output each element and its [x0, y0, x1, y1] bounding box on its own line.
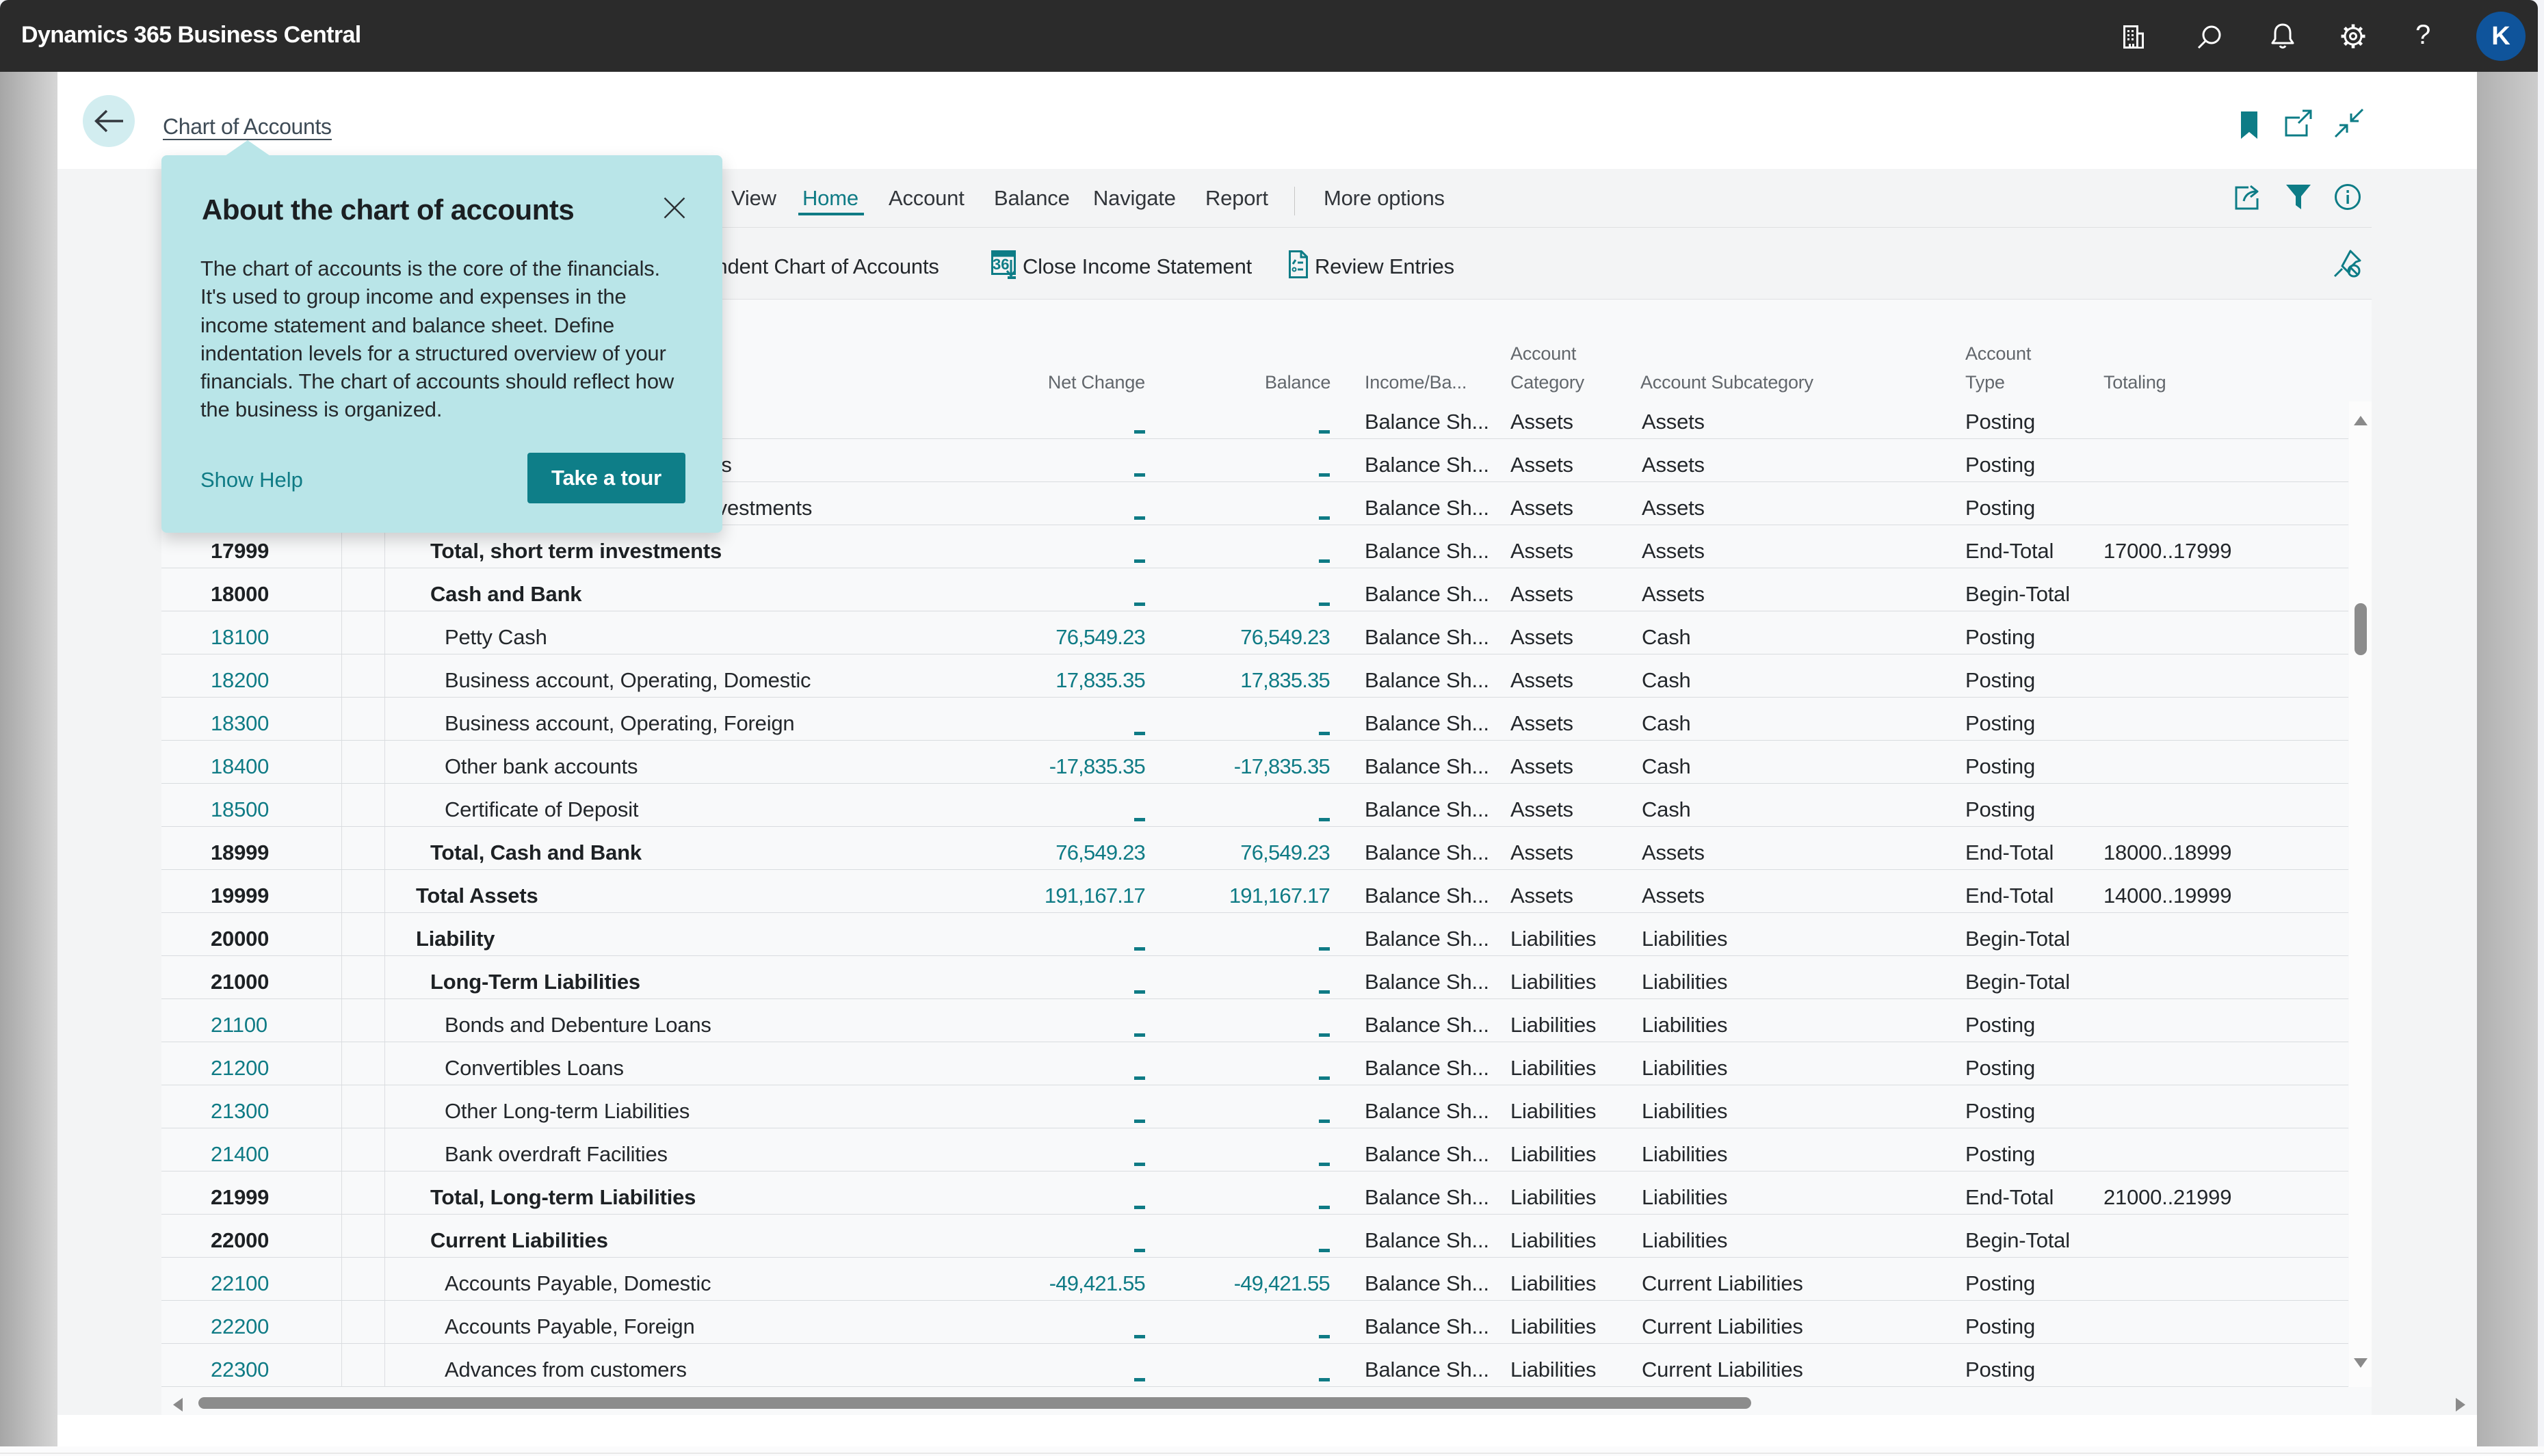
svg-text:36: 36 [993, 256, 1009, 273]
